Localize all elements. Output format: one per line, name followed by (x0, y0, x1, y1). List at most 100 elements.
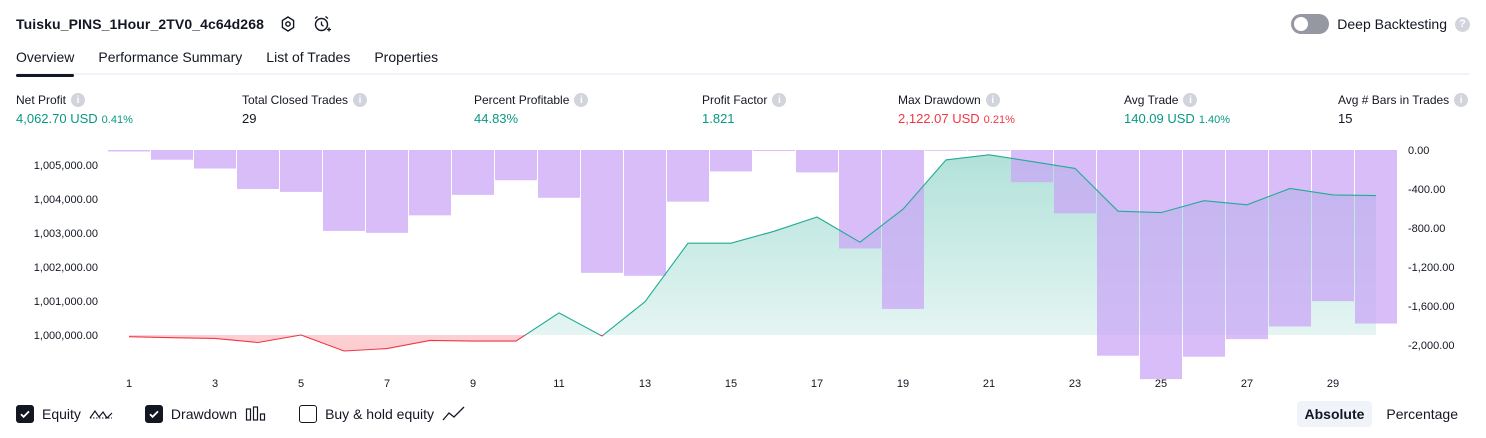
drawdown-bar (1312, 150, 1354, 302)
drawdown-bar (882, 150, 924, 309)
drawdown-bar (1054, 150, 1096, 214)
drawdown-bar (1183, 150, 1225, 357)
drawdown-bar (968, 150, 1010, 151)
report-tabs: Overview Performance Summary List of Tra… (16, 45, 1470, 77)
drawdown-bar (1355, 150, 1397, 324)
info-icon[interactable]: i (574, 93, 589, 107)
buy-hold-checkbox[interactable] (299, 405, 318, 423)
metric-value: 4,062.70 USD (16, 111, 98, 126)
left-axis-tick: 1,002,000.00 (34, 262, 98, 274)
drawdown-bar (710, 150, 752, 172)
left-axis-tick: 1,005,000.00 (34, 160, 98, 172)
info-icon[interactable]: i (353, 93, 368, 107)
x-axis-tick: 25 (1155, 378, 1167, 390)
metric-value: 140.09 USD (1124, 111, 1195, 126)
legend-equity[interactable]: Equity (16, 405, 113, 423)
help-question-icon[interactable]: ? (1455, 16, 1470, 32)
metrics-row: Net Profit i 4,062.70 USD 0.41% Total Clos… (0, 93, 1486, 129)
x-axis-tick: 29 (1327, 378, 1339, 390)
x-axis-tick: 13 (639, 378, 651, 390)
right-axis-tick: 0.00 (1408, 145, 1429, 157)
metric-percent: 0.41% (101, 114, 133, 126)
value-mode-switch: Absolute Percentage (1296, 401, 1467, 427)
drawdown-bar (323, 150, 365, 231)
x-axis-tick: 5 (298, 378, 304, 390)
strategy-header: Tuisku_PINS_1Hour_2TV0_4c64d268 (16, 12, 332, 36)
drawdown-bar (1140, 150, 1182, 380)
equity-checkbox[interactable] (16, 405, 34, 423)
metric-net-profit: Net Profit i 4,062.70 USD 0.41% (16, 93, 133, 126)
metric-label: Avg Trade (1124, 93, 1179, 107)
drawdown-bar (538, 150, 580, 198)
info-icon[interactable]: i (772, 93, 787, 107)
drawdown-bar (753, 150, 795, 151)
percentage-mode-button[interactable]: Percentage (1378, 401, 1466, 427)
legend-label: Buy & hold equity (325, 406, 435, 422)
drawdown-bar (1011, 150, 1053, 183)
drawdown-bar (108, 150, 150, 152)
tab-overview[interactable]: Overview (16, 45, 75, 77)
metric-avg-bars-in-trades: Avg # Bars in Trades i 15 (1338, 93, 1469, 126)
metric-value: 29 (242, 111, 257, 126)
absolute-mode-button[interactable]: Absolute (1296, 401, 1373, 427)
metric-label: Percent Profitable (474, 93, 570, 107)
metric-avg-trade: Avg Trade i 140.09 USD 1.40% (1124, 93, 1230, 126)
metric-value: 2,122.07 USD (898, 111, 980, 126)
buy-hold-line-icon (442, 406, 465, 421)
info-icon[interactable]: i (71, 93, 86, 107)
deep-backtesting-toggle[interactable] (1291, 14, 1330, 34)
drawdown-bar (194, 150, 236, 169)
left-axis-tick: 1,004,000.00 (34, 194, 98, 206)
metric-percent: 1.40% (1198, 114, 1231, 126)
drawdown-bar (796, 150, 838, 173)
drawdown-bar (495, 150, 537, 181)
drawdown-bar (452, 150, 494, 195)
metric-percent: 0.21% (983, 114, 1015, 126)
metric-label: Net Profit (16, 93, 67, 107)
drawdown-checkbox[interactable] (144, 405, 163, 423)
metric-value: 15 (1338, 111, 1353, 126)
x-axis-tick: 15 (725, 378, 737, 390)
tab-properties[interactable]: Properties (374, 45, 438, 75)
drawdown-bar (1269, 150, 1311, 327)
deep-backtesting-control: Deep Backtesting ? (1291, 12, 1470, 36)
drawdown-bar (280, 150, 322, 192)
x-axis-tick: 7 (384, 378, 390, 390)
metric-label: Max Drawdown (898, 93, 981, 107)
metric-label: Profit Factor (702, 93, 768, 107)
x-axis-tick: 1 (126, 378, 132, 390)
drawdown-bar (624, 150, 666, 276)
legend-label: Drawdown (170, 406, 238, 422)
x-axis-tick: 19 (897, 378, 909, 390)
x-axis-tick: 21 (983, 378, 995, 390)
legend-buy-hold-equity[interactable]: Buy & hold equity (299, 405, 466, 423)
equity-drawdown-chart[interactable]: 1,000,000.00 1,001,000.00 1,002,000.00 1,00… (0, 140, 1486, 395)
legend-drawdown[interactable]: Drawdown (144, 405, 267, 423)
info-icon[interactable]: i (1183, 93, 1198, 107)
drawdown-bar (237, 150, 279, 189)
info-icon[interactable]: i (985, 93, 1000, 107)
tab-performance-summary[interactable]: Performance Summary (98, 45, 242, 75)
metric-value: 1.821 (702, 111, 735, 126)
drawdown-bar (1097, 150, 1139, 356)
info-icon[interactable]: i (1454, 93, 1469, 107)
left-axis-tick: 1,000,000.00 (34, 330, 98, 342)
metric-value: 44.83% (474, 111, 519, 126)
left-axis-tick: 1,001,000.00 (34, 296, 98, 308)
alert-clock-add-icon[interactable] (312, 14, 332, 34)
tab-list-of-trades[interactable]: List of Trades (266, 45, 350, 75)
drawdown-bars-icon (245, 406, 266, 421)
x-axis-tick: 17 (811, 378, 823, 390)
metric-total-closed-trades: Total Closed Trades i 29 (242, 93, 368, 126)
metric-percent-profitable: Percent Profitable i 44.83% (474, 93, 589, 126)
strategy-title: Tuisku_PINS_1Hour_2TV0_4c64d268 (16, 16, 264, 32)
right-axis-tick: -1,200.00 (1408, 262, 1454, 274)
drawdown-bar (667, 150, 709, 202)
settings-gear-icon[interactable] (278, 14, 298, 34)
x-axis-tick: 3 (212, 378, 218, 390)
x-axis-tick: 9 (470, 378, 476, 390)
metric-label: Avg # Bars in Trades (1338, 93, 1450, 107)
deep-backtesting-label: Deep Backtesting (1337, 16, 1447, 32)
equity-line-icon (89, 409, 113, 419)
legend-label: Equity (42, 406, 81, 422)
